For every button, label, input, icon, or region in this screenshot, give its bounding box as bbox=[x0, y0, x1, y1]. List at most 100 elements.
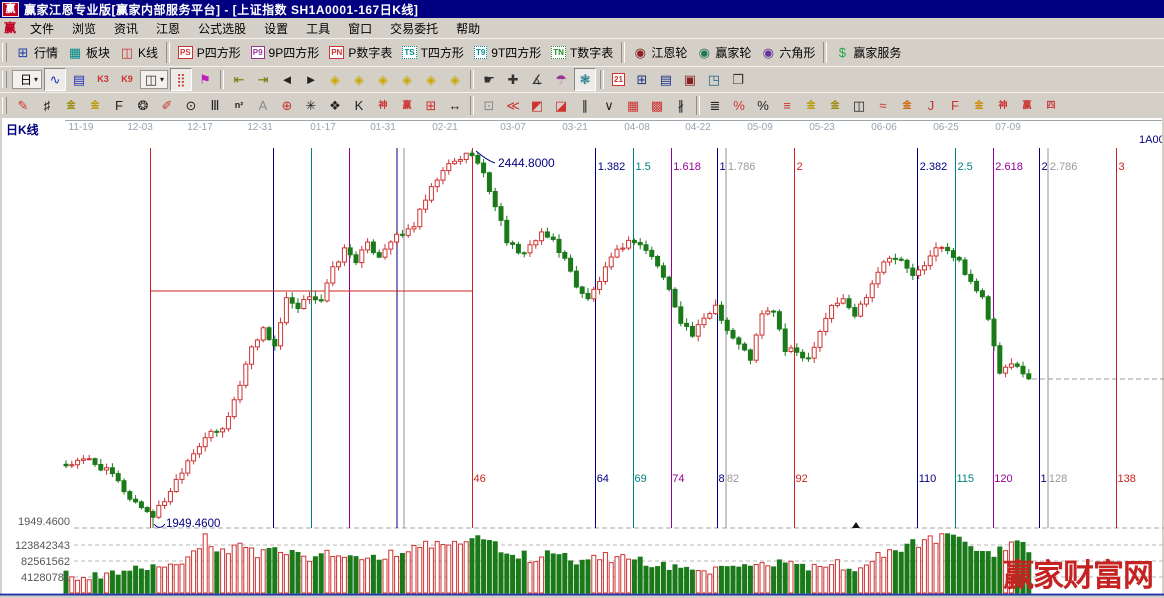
menu-item-3[interactable]: 江恩 bbox=[147, 18, 189, 39]
quotes-button[interactable]: ⊞ 行情 bbox=[12, 41, 62, 64]
gann-wheel-button[interactable]: ◉ 江恩轮 bbox=[629, 41, 691, 64]
last-page-icon[interactable]: ⇥ bbox=[252, 68, 274, 91]
wave-chart-icon[interactable]: ∿ bbox=[44, 68, 67, 91]
gold-grid-icon[interactable]: 金 bbox=[60, 94, 82, 117]
menu-item-1[interactable]: 浏览 bbox=[63, 18, 105, 39]
gann-fan-icon[interactable]: ≪ bbox=[502, 94, 524, 117]
shen-angle-icon[interactable]: 神 bbox=[992, 94, 1014, 117]
expand-h-icon[interactable]: ◈ bbox=[372, 68, 394, 91]
print-icon[interactable]: ❐ bbox=[727, 68, 749, 91]
circle-cycle-icon[interactable]: ⊙ bbox=[180, 94, 202, 117]
calendar-icon[interactable]: 21 bbox=[608, 68, 629, 91]
p-table-button[interactable]: PN P数字表 bbox=[325, 41, 396, 64]
grid-tool-icon[interactable]: ♯ bbox=[36, 94, 58, 117]
menu-item-6[interactable]: 工具 bbox=[297, 18, 339, 39]
percent-levels-icon[interactable]: ≡ bbox=[776, 94, 798, 117]
ying-grid-icon[interactable]: 赢 bbox=[396, 94, 418, 117]
toolbar-handle[interactable] bbox=[2, 70, 7, 89]
restore-view-icon[interactable]: ◈ bbox=[444, 68, 466, 91]
parallel-lines-icon[interactable]: ∥ bbox=[574, 94, 596, 117]
f-grid-icon[interactable]: F bbox=[108, 94, 130, 117]
service-button[interactable]: $ 赢家服务 bbox=[831, 41, 905, 64]
hexagon-button[interactable]: ◉ 六角形 bbox=[757, 41, 819, 64]
compress-v-icon[interactable]: ◈ bbox=[348, 68, 370, 91]
report-icon[interactable]: ▤ bbox=[68, 68, 90, 91]
red-grid-2-icon[interactable]: ▩ bbox=[646, 94, 668, 117]
t-square-button[interactable]: TS T四方形 bbox=[398, 41, 468, 64]
candle-pen-icon[interactable]: ◫ bbox=[848, 94, 870, 117]
gold-levels-icon[interactable]: 金 bbox=[824, 94, 846, 117]
menu-item-7[interactable]: 窗口 bbox=[339, 18, 381, 39]
gold-underline-icon[interactable]: 金 bbox=[896, 94, 918, 117]
n-square-icon[interactable]: n² bbox=[228, 94, 250, 117]
boxed-fan-icon[interactable]: ◩ bbox=[526, 94, 548, 117]
compress-h-icon[interactable]: ◈ bbox=[324, 68, 346, 91]
four-angle-icon[interactable]: 四 bbox=[1040, 94, 1062, 117]
percent-drop-icon[interactable]: % bbox=[728, 94, 750, 117]
ruler-grid-icon[interactable]: ⊞ bbox=[420, 94, 442, 117]
prev-bar-icon[interactable]: ◄ bbox=[276, 68, 298, 91]
period-selector[interactable]: 日 ▾ bbox=[12, 70, 43, 89]
gold-angle-icon[interactable]: 金 bbox=[968, 94, 990, 117]
toolbar-handle[interactable] bbox=[2, 43, 7, 62]
menu-item-5[interactable]: 设置 bbox=[255, 18, 297, 39]
f-angle-icon[interactable]: F bbox=[944, 94, 966, 117]
h-expand-icon[interactable]: ↔ bbox=[444, 94, 466, 117]
drag-hand-icon[interactable]: ☛ bbox=[478, 68, 500, 91]
export-icon[interactable]: ◳ bbox=[703, 68, 725, 91]
circle-cross-icon[interactable]: ⊕ bbox=[276, 94, 298, 117]
pen-tool-icon[interactable]: ✎ bbox=[12, 94, 34, 117]
toolbar-handle[interactable] bbox=[2, 96, 7, 115]
time-division-icon[interactable]: Ⅲ bbox=[204, 94, 226, 117]
save-icon[interactable]: ▣ bbox=[679, 68, 701, 91]
flag-icon[interactable]: ⚑ bbox=[194, 68, 216, 91]
next-bar-icon[interactable]: ► bbox=[300, 68, 322, 91]
zigzag-icon[interactable]: ∨ bbox=[598, 94, 620, 117]
gold-grid-2-icon[interactable]: 金 bbox=[84, 94, 106, 117]
angle-measure-icon[interactable]: ∡ bbox=[526, 68, 548, 91]
spider-web-icon[interactable]: ✳ bbox=[300, 94, 322, 117]
gold-circle-icon[interactable]: 金 bbox=[800, 94, 822, 117]
sectors-button[interactable]: ▦ 板块 bbox=[64, 41, 114, 64]
p-square-button[interactable]: PS P四方形 bbox=[174, 41, 245, 64]
menu-item-2[interactable]: 资讯 bbox=[105, 18, 147, 39]
boxed-web-icon[interactable]: ❖ bbox=[324, 94, 346, 117]
crosshair-icon[interactable]: ✚ bbox=[502, 68, 524, 91]
pen-angle-icon[interactable]: ✐ bbox=[156, 94, 178, 117]
menu-item-0[interactable]: 文件 bbox=[21, 18, 63, 39]
ying-angle-icon[interactable]: 赢 bbox=[1016, 94, 1038, 117]
k-notation-icon[interactable]: K bbox=[348, 94, 370, 117]
wave-levels-icon[interactable]: ≈ bbox=[872, 94, 894, 117]
percent-icon[interactable]: % bbox=[752, 94, 774, 117]
expand-all-icon[interactable]: ◈ bbox=[420, 68, 442, 91]
mirror-angle-icon[interactable]: A bbox=[252, 94, 274, 117]
chart-canvas[interactable]: 461.382641.5691.61874181.786822922.38211… bbox=[0, 118, 1164, 598]
cloud-tool-icon[interactable]: ☂ bbox=[550, 68, 572, 91]
pattern-grid-icon[interactable]: ⣿ bbox=[170, 68, 193, 91]
calculator-icon[interactable]: ⊞ bbox=[631, 68, 653, 91]
menu-item-4[interactable]: 公式选股 bbox=[189, 18, 255, 39]
k3-chart-icon[interactable]: K3 bbox=[92, 68, 114, 91]
expand-v-icon[interactable]: ◈ bbox=[396, 68, 418, 91]
menu-item-8[interactable]: 交易委托 bbox=[381, 18, 447, 39]
j-angle-icon[interactable]: J bbox=[920, 94, 942, 117]
shen-grid-icon[interactable]: 神 bbox=[372, 94, 394, 117]
kline-button[interactable]: ◫ K线 bbox=[116, 41, 162, 64]
menu-item-9[interactable]: 帮助 bbox=[447, 18, 489, 39]
rays-icon[interactable]: ∦ bbox=[670, 94, 692, 117]
9p-square-button[interactable]: P9 9P四方形 bbox=[247, 41, 323, 64]
t-table-button[interactable]: TN T数字表 bbox=[547, 41, 617, 64]
first-page-icon[interactable]: ⇤ bbox=[228, 68, 250, 91]
winner-wheel-button[interactable]: ◉ 赢家轮 bbox=[693, 41, 755, 64]
svg-text:1.618: 1.618 bbox=[673, 161, 701, 173]
k9-chart-icon[interactable]: K9 bbox=[116, 68, 138, 91]
spiral-icon[interactable]: ❂ bbox=[132, 94, 154, 117]
pattern-match-icon[interactable]: ❃ bbox=[574, 68, 597, 91]
9t-square-button[interactable]: T9 9T四方形 bbox=[470, 41, 545, 64]
red-grid-icon[interactable]: ▦ bbox=[622, 94, 644, 117]
gann-bars-icon[interactable]: ≣ bbox=[704, 94, 726, 117]
box-select-icon[interactable]: ⊡ bbox=[478, 94, 500, 117]
candle-style-selector[interactable]: ◫ ▾ bbox=[140, 70, 169, 89]
boxed-rays-icon[interactable]: ◪ bbox=[550, 94, 572, 117]
notes-icon[interactable]: ▤ bbox=[655, 68, 677, 91]
